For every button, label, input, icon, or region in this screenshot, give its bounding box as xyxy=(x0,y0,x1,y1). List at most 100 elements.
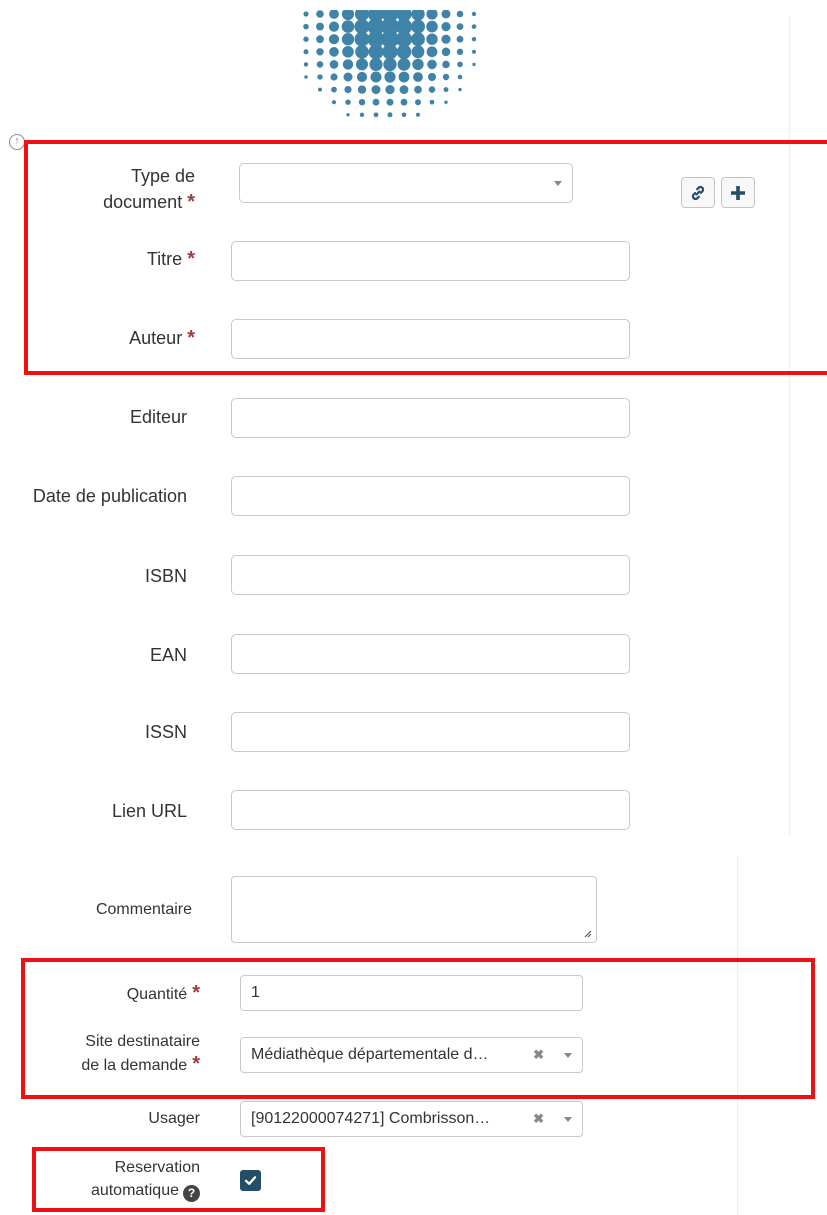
logo-dot xyxy=(368,44,384,60)
logo-dot xyxy=(318,87,322,92)
logo-dot xyxy=(372,98,380,106)
commentaire-label: Commentaire xyxy=(95,901,192,918)
editeur-input[interactable] xyxy=(231,398,630,438)
logo-dot xyxy=(414,85,422,94)
logo-dot xyxy=(330,73,338,81)
logo-dot xyxy=(428,86,436,93)
issn-label: ISSN xyxy=(144,722,187,742)
logo-dot xyxy=(458,87,462,92)
logo-dot xyxy=(457,61,463,68)
isbn-input[interactable] xyxy=(231,555,630,595)
logo-dot xyxy=(411,45,425,59)
logo-dot xyxy=(331,86,337,93)
lien-url-label: Lien URL xyxy=(111,801,187,821)
logo-dot xyxy=(316,10,324,18)
usager-value: [90122000074271] Combrisson… xyxy=(251,1110,491,1127)
logo-dot xyxy=(357,85,367,94)
logo-dot xyxy=(358,99,366,106)
logo-dot xyxy=(456,48,464,55)
logo-dot xyxy=(412,58,424,71)
logo-dot xyxy=(331,100,337,105)
logo-dot xyxy=(303,36,309,42)
logo-dot xyxy=(341,20,355,33)
logo-dot xyxy=(415,99,421,106)
highlight-box xyxy=(24,140,827,375)
logo-dot xyxy=(383,57,397,72)
logo-dot xyxy=(303,11,309,17)
logo-dot xyxy=(369,57,383,71)
logo-dot xyxy=(471,37,477,42)
logo-dot xyxy=(386,98,394,106)
usager-label: Usager xyxy=(148,1110,200,1127)
date-publication-input[interactable] xyxy=(231,476,630,516)
logo-dot xyxy=(456,23,464,30)
logo-dot xyxy=(397,58,411,71)
ean-label: EAN xyxy=(149,645,187,665)
logo-dot xyxy=(472,62,476,67)
logo-dot xyxy=(356,58,368,71)
logo-dot xyxy=(427,72,437,82)
logo-dot xyxy=(354,31,370,47)
logo-dot xyxy=(385,85,395,95)
logo-dot xyxy=(345,99,351,105)
logo-dot xyxy=(346,113,350,117)
logo-dot xyxy=(396,44,412,60)
logo-dot xyxy=(356,71,368,83)
logo-dot xyxy=(303,62,309,67)
logo-dot xyxy=(342,46,354,58)
logo-dot xyxy=(441,47,451,57)
logo-dot xyxy=(443,87,449,93)
date-publication-label: Date de publication xyxy=(32,486,187,506)
logo-dot xyxy=(442,60,450,69)
resize-grip-icon[interactable] xyxy=(583,929,592,938)
chevron-down-icon xyxy=(564,1117,572,1122)
logo-dot xyxy=(342,59,354,70)
logo-dot xyxy=(316,22,324,31)
logo-dot xyxy=(472,49,476,54)
highlight-box xyxy=(21,958,815,1099)
logo-dot xyxy=(370,71,382,83)
issn-input[interactable] xyxy=(231,712,630,752)
logo-dot xyxy=(471,24,477,29)
circled-up-arrow-icon[interactable]: ↑ xyxy=(9,134,25,150)
logo-dot xyxy=(441,22,451,32)
logo-dot xyxy=(471,11,477,17)
logo-dot xyxy=(411,32,425,47)
logo xyxy=(303,10,477,118)
logo-dot xyxy=(441,34,451,44)
logo-dot xyxy=(355,45,369,59)
logo-dot xyxy=(316,48,324,56)
logo-dot xyxy=(316,35,324,44)
logo-dot xyxy=(344,86,352,94)
logo-dot xyxy=(343,72,353,82)
logo-dot xyxy=(416,112,420,117)
logo-dot xyxy=(411,10,425,21)
logo-dot xyxy=(399,85,409,94)
logo-dot xyxy=(303,23,309,30)
lien-url-input[interactable] xyxy=(231,790,630,830)
logo-dot xyxy=(329,60,339,69)
logo-dot xyxy=(401,112,407,118)
logo-dot xyxy=(371,85,381,95)
editeur-label: Editeur xyxy=(129,407,187,427)
logo-dot xyxy=(400,98,408,106)
ean-input[interactable] xyxy=(231,634,630,674)
logo-dot xyxy=(328,21,340,32)
logo-dot xyxy=(329,10,339,19)
clear-icon[interactable]: ✖ xyxy=(533,1111,544,1127)
logo-dot xyxy=(317,74,323,80)
logo-dot xyxy=(384,71,396,83)
logo-dot xyxy=(382,44,398,60)
logo-dot xyxy=(426,20,438,33)
logo-dot xyxy=(426,46,438,58)
usager-select[interactable]: [90122000074271] Combrisson… ✖ xyxy=(240,1101,583,1137)
commentaire-textarea[interactable] xyxy=(231,876,597,943)
panel-edge xyxy=(789,15,790,835)
logo-dot xyxy=(329,47,339,57)
isbn-label: ISBN xyxy=(144,566,187,586)
highlight-box xyxy=(32,1147,325,1212)
logo-dot xyxy=(426,10,438,20)
logo-dot xyxy=(457,74,463,80)
logo-dot xyxy=(341,33,355,46)
logo-dot xyxy=(441,10,451,19)
